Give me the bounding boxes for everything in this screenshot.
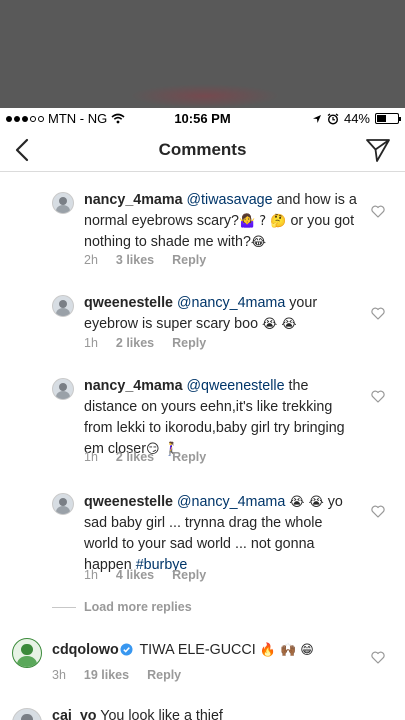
comment-body: cai_yo You look like a thief — [52, 706, 362, 720]
comment-body: nancy_4mama @qweenestelle the distance o… — [84, 376, 359, 460]
verified-badge-icon — [120, 643, 133, 656]
comment-mention[interactable]: @nancy_4mama — [177, 295, 285, 311]
comment-emoji: 🤷‍♀️ ? 🤔 — [238, 214, 287, 229]
direct-send-icon[interactable] — [365, 137, 391, 163]
reply-button[interactable]: Reply — [172, 568, 206, 582]
avatar[interactable] — [52, 378, 74, 400]
page-title: Comments — [158, 140, 247, 159]
comment-meta: 1h 2 likes Reply — [84, 450, 206, 464]
comment-body: qweenestelle @nancy_4mama 😭 😭 yo sad bab… — [84, 492, 359, 576]
load-more-replies[interactable]: Load more replies — [52, 600, 192, 614]
battery-percent: 44% — [343, 111, 370, 126]
comment-mention[interactable]: @qweenestelle — [187, 378, 285, 394]
comment-time: 1h — [84, 450, 98, 464]
status-bar: MTN - NG 10:56 PM 44% — [0, 108, 405, 128]
dimmed-overlay — [0, 0, 405, 108]
comment-emoji-end: 😂 — [250, 235, 267, 250]
comment-username[interactable]: nancy_4mama — [84, 378, 183, 394]
comment-likes[interactable]: 3 likes — [116, 253, 154, 267]
avatar[interactable] — [52, 295, 74, 317]
comment-text: You look like a thief — [100, 708, 223, 720]
battery-icon — [375, 113, 401, 124]
comment-emoji-mid: 😭 😭 — [289, 495, 324, 510]
comment-username[interactable]: qweenestelle — [84, 295, 173, 311]
comment-likes[interactable]: 2 likes — [116, 336, 154, 350]
comment-text: TIWA ELE-GUCCI — [139, 642, 256, 658]
divider — [52, 606, 76, 608]
heart-icon[interactable] — [371, 205, 385, 218]
comment-mention[interactable]: @nancy_4mama — [177, 494, 285, 510]
avatar[interactable] — [52, 493, 74, 515]
heart-icon[interactable] — [371, 390, 385, 403]
heart-icon[interactable] — [371, 307, 385, 320]
comment-time: 2h — [84, 253, 98, 267]
load-more-label[interactable]: Load more replies — [84, 600, 192, 614]
comment-username[interactable]: nancy_4mama — [84, 192, 183, 208]
comment-time: 1h — [84, 336, 98, 350]
comment-body: cdqolowo TIWA ELE-GUCCI 🔥 🙌🏾 😁 — [52, 640, 362, 661]
comment-likes[interactable]: 19 likes — [84, 668, 129, 682]
comment-emoji-end: 🔥 🙌🏾 😁 — [259, 643, 314, 658]
navigation-bar: Comments — [0, 128, 405, 172]
heart-icon[interactable] — [371, 505, 385, 518]
heart-icon[interactable] — [371, 651, 385, 664]
location-arrow-icon — [312, 114, 321, 123]
avatar[interactable] — [12, 638, 42, 668]
comment-mention[interactable]: @tiwasavage — [187, 192, 273, 208]
reply-button[interactable]: Reply — [172, 450, 206, 464]
comment-likes[interactable]: 4 likes — [116, 568, 154, 582]
reply-button[interactable]: Reply — [172, 336, 206, 350]
comment-time: 1h — [84, 568, 98, 582]
alarm-icon — [327, 112, 339, 125]
comment-meta: 1h 4 likes Reply — [84, 568, 206, 582]
comment-meta: 3h 19 likes Reply — [52, 668, 181, 682]
comment-body: qweenestelle @nancy_4mama your eyebrow i… — [84, 293, 359, 335]
comment-username[interactable]: qweenestelle — [84, 494, 173, 510]
avatar[interactable] — [52, 192, 74, 214]
reply-button[interactable]: Reply — [147, 668, 181, 682]
comment-username[interactable]: cai_yo — [52, 708, 97, 720]
comment-time: 3h — [52, 668, 66, 682]
reply-button[interactable]: Reply — [172, 253, 206, 267]
comment-username[interactable]: cdqolowo — [52, 642, 119, 658]
comment-emoji-end: 😭 😭 — [262, 317, 297, 332]
avatar[interactable] — [12, 708, 42, 720]
comment-meta: 1h 2 likes Reply — [84, 336, 206, 350]
comment-body: nancy_4mama @tiwasavage and how is a nor… — [84, 190, 359, 253]
comment-meta: 2h 3 likes Reply — [84, 253, 206, 267]
comment-likes[interactable]: 2 likes — [116, 450, 154, 464]
